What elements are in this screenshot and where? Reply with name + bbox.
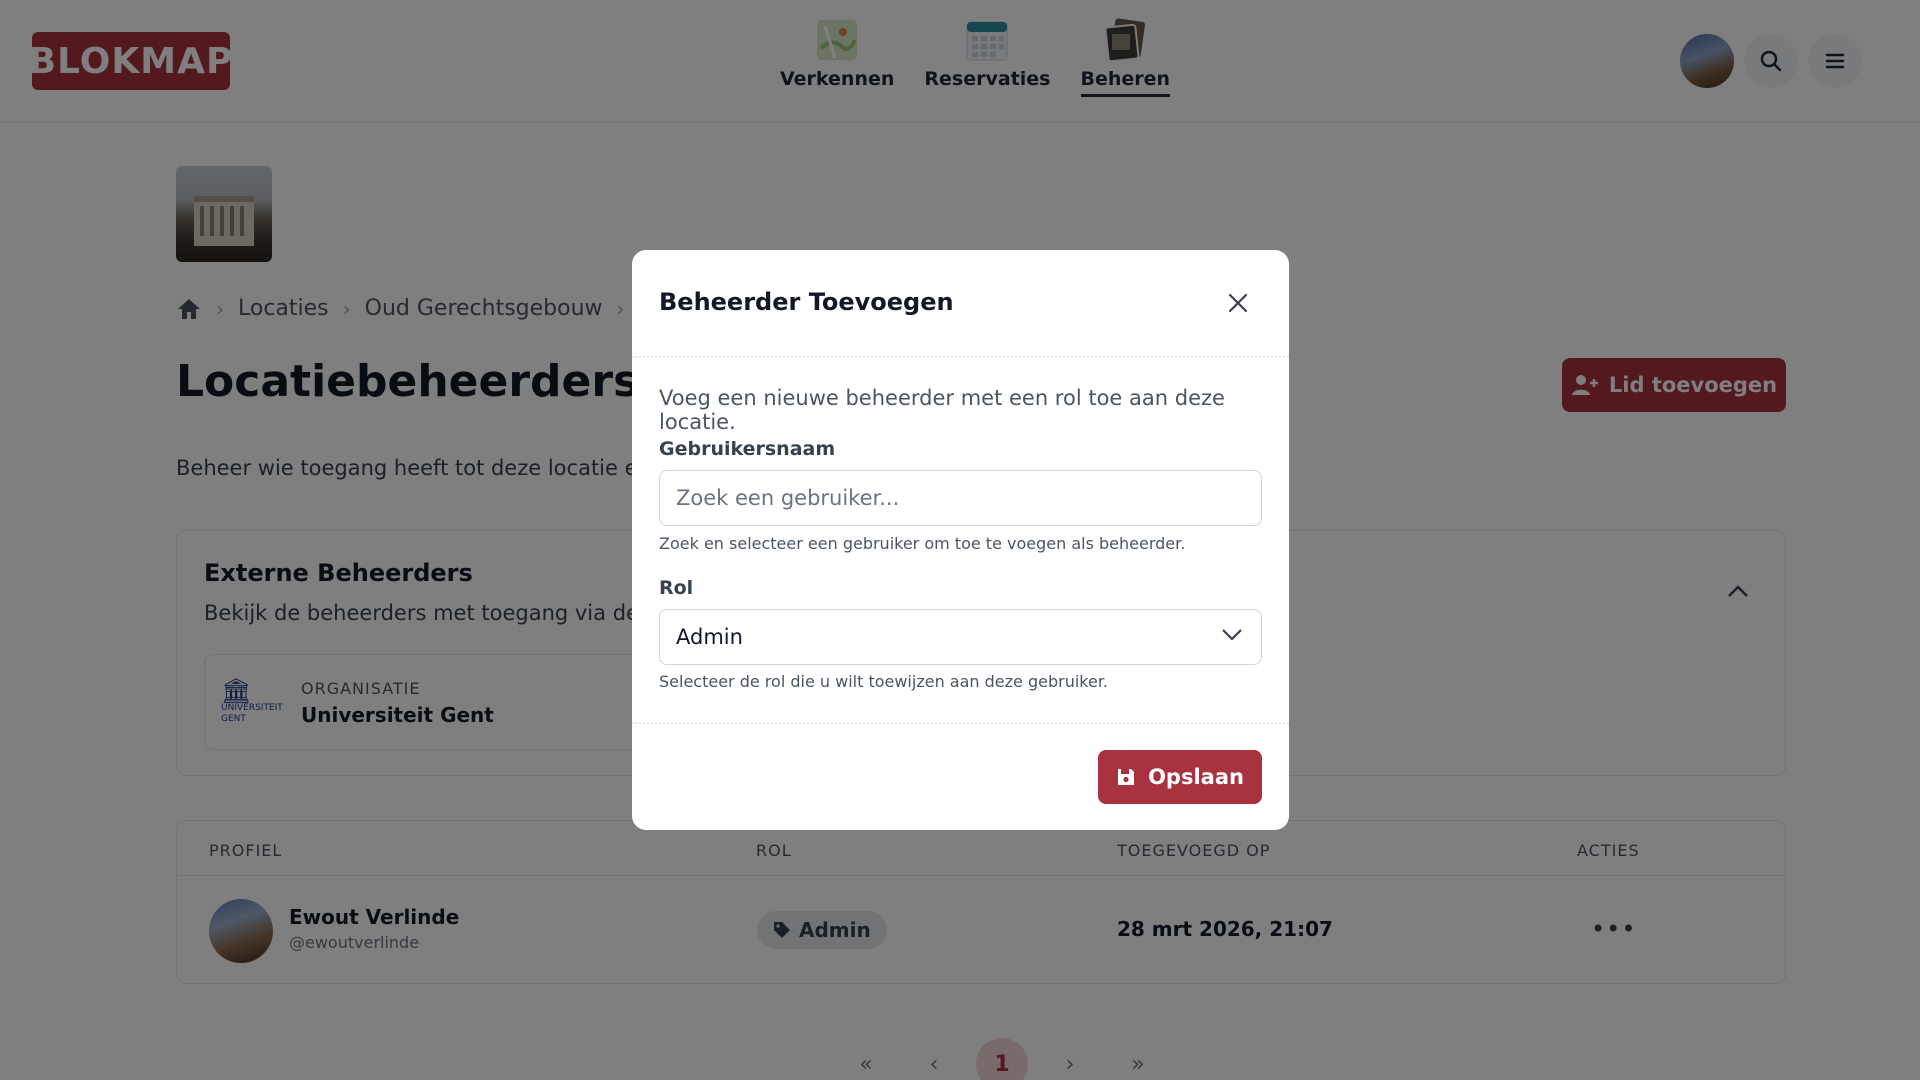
role-select-value: Admin xyxy=(676,625,743,649)
role-label: Rol xyxy=(659,577,694,599)
close-icon xyxy=(1228,293,1248,313)
chevron-down-icon xyxy=(1222,629,1242,641)
username-label: Gebruikersnaam xyxy=(659,438,836,460)
add-admin-dialog: Beheerder Toevoegen Voeg een nieuwe behe… xyxy=(632,250,1289,830)
dialog-title: Beheerder Toevoegen xyxy=(659,288,954,316)
close-button[interactable] xyxy=(1225,290,1251,316)
role-select[interactable]: Admin xyxy=(659,609,1262,665)
save-button-label: Opslaan xyxy=(1148,765,1244,789)
role-help: Selecteer de rol die u wilt toewijzen aa… xyxy=(659,672,1109,691)
save-button[interactable]: Opslaan xyxy=(1098,750,1262,804)
dialog-footer: Opslaan xyxy=(632,722,1289,830)
username-help: Zoek en selecteer een gebruiker om toe t… xyxy=(659,534,1186,553)
save-icon xyxy=(1118,769,1135,785)
username-search-input[interactable] xyxy=(659,470,1262,526)
dialog-description: Voeg een nieuwe beheerder met een rol to… xyxy=(659,386,1225,434)
dialog-header: Beheerder Toevoegen xyxy=(632,250,1289,358)
